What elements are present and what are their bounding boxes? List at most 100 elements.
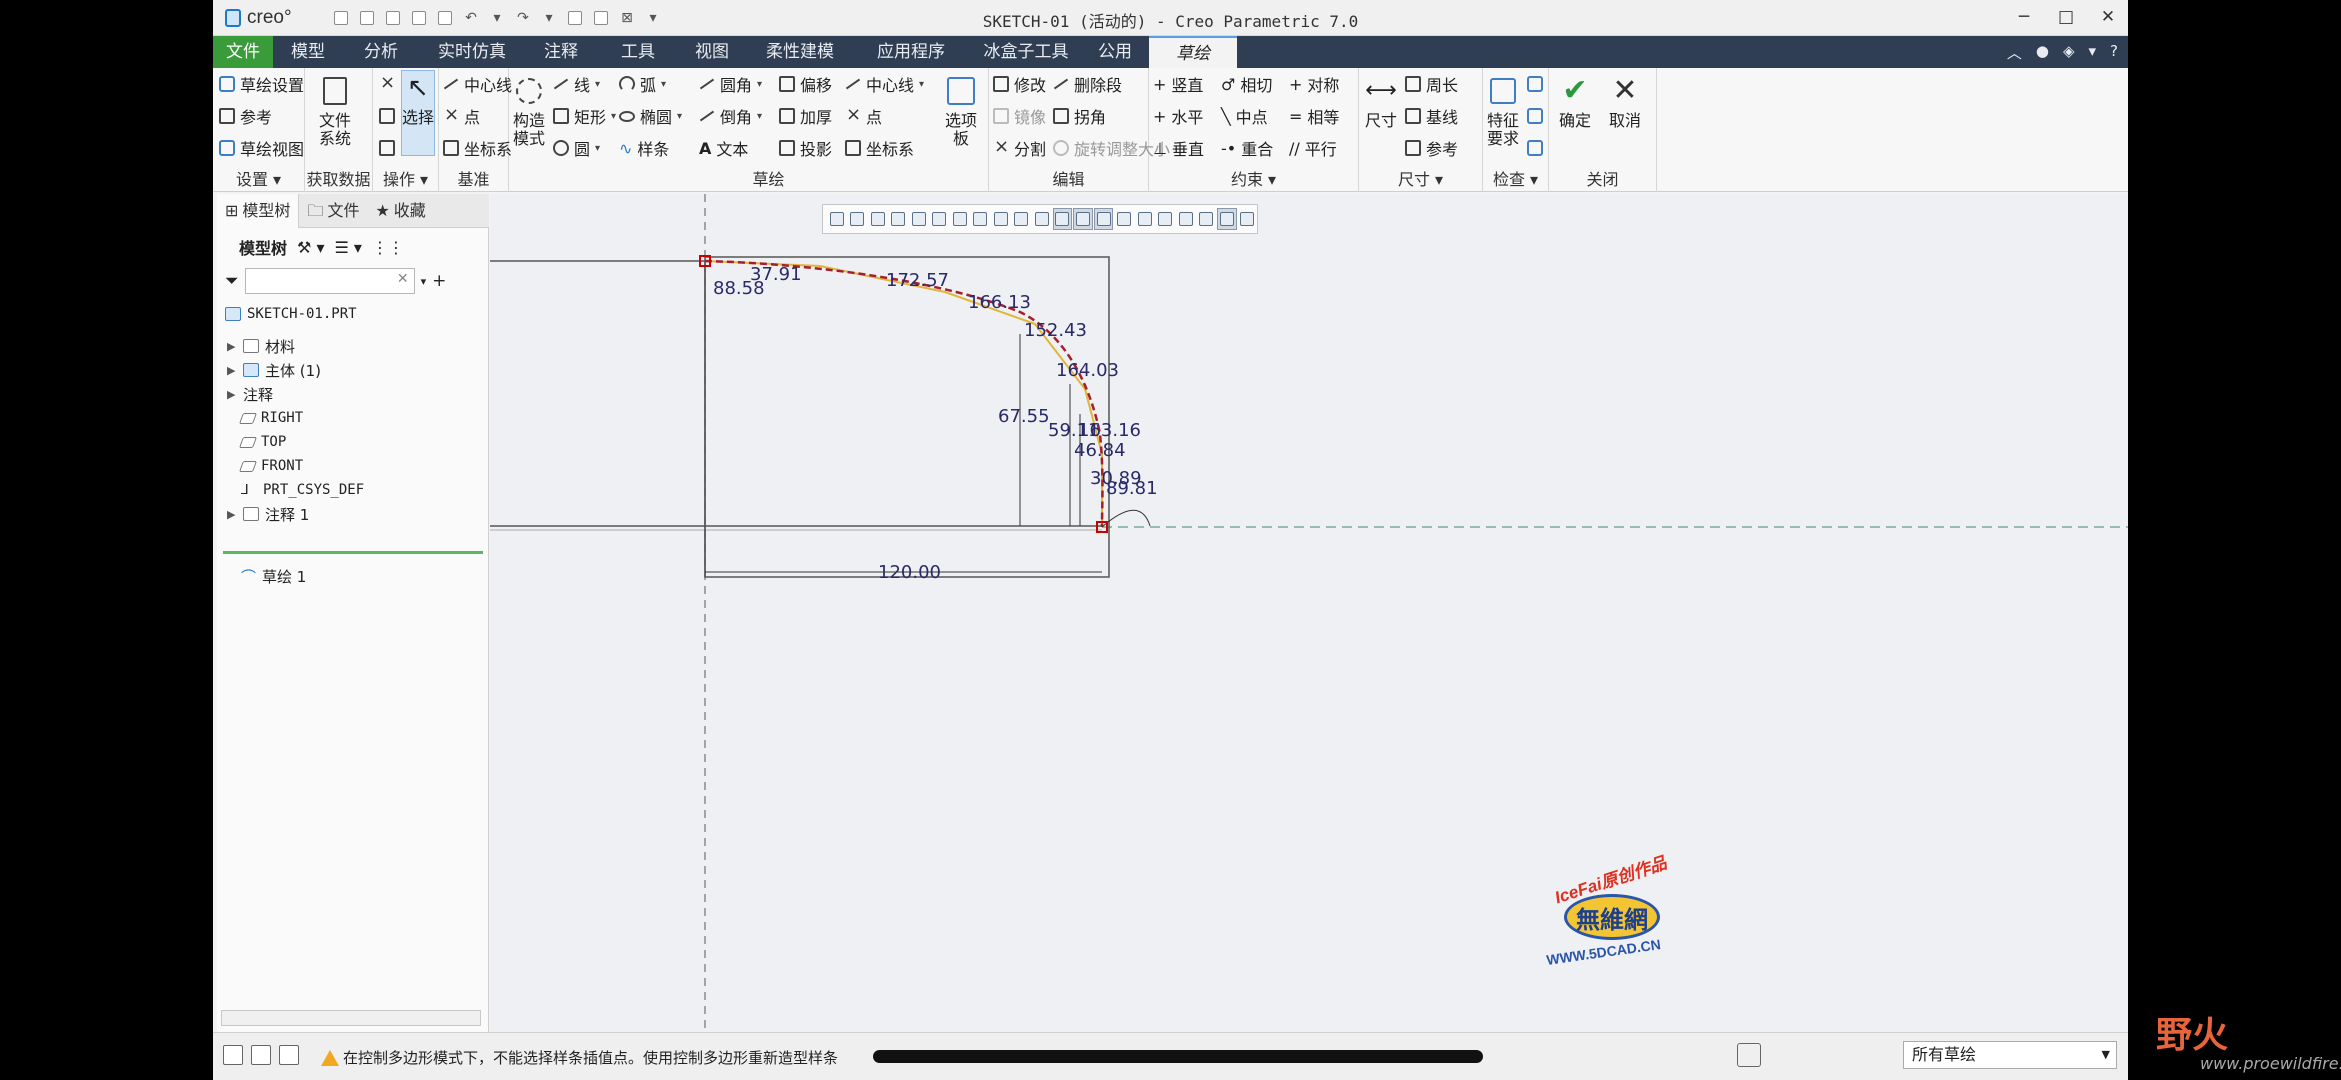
search-dropdown-icon[interactable]: ▾ <box>421 275 427 288</box>
group-label-operations[interactable]: 操作 ▾ <box>373 166 438 190</box>
lock-modified-icon[interactable] <box>1216 208 1237 230</box>
tree-horizontal-scrollbar[interactable] <box>221 1010 481 1026</box>
symmetric-constraint-button[interactable]: + 对称 <box>1289 72 1339 96</box>
parallel-constraint-button[interactable]: //平行 <box>1289 136 1337 160</box>
expand-arrow-icon[interactable]: ▶ <box>227 364 237 377</box>
add-column-icon[interactable]: + <box>432 271 446 291</box>
sketch-csys-button[interactable]: 坐标系 <box>845 136 914 160</box>
sketch-centerline-button[interactable]: 中心线 ▾ <box>845 72 924 96</box>
expand-arrow-icon[interactable]: ▶ <box>227 508 237 521</box>
horizontal-constraint-button[interactable]: + 水平 <box>1153 104 1203 128</box>
zoom-out-icon[interactable] <box>868 208 888 230</box>
dim-label[interactable]: 164.03 <box>1056 360 1119 381</box>
baseline-button[interactable]: 基线 <box>1405 104 1458 128</box>
dim-label[interactable]: 89.81 <box>1106 478 1158 499</box>
tree-filter-options-icon[interactable]: ⋮⋮ <box>372 238 404 257</box>
community-icon[interactable]: ◈ <box>2063 42 2075 63</box>
redo-icon[interactable]: ↷ <box>511 6 535 30</box>
filter-icon[interactable]: ⏷ <box>225 271 239 291</box>
feature-requirements-button[interactable]: 特征 要求 <box>1485 74 1521 148</box>
tree-item-sketch-1[interactable]: ⌒ 草绘 1 <box>241 564 306 588</box>
redo-dropdown-icon[interactable]: ▾ <box>537 6 561 30</box>
close-button[interactable]: ✕ <box>2094 4 2122 30</box>
mirror-button[interactable]: 镜像 <box>993 104 1046 128</box>
reference-dimension-button[interactable]: 参考 <box>1405 136 1458 160</box>
tab-common[interactable]: 公用 <box>1085 36 1145 68</box>
shade-closed-loop-icon[interactable] <box>1155 208 1175 230</box>
dim-label[interactable]: 46.84 <box>1074 440 1126 461</box>
perpendicular-constraint-button[interactable]: ⊥ 垂直 <box>1153 136 1204 160</box>
text-button[interactable]: A 文本 <box>699 136 748 160</box>
tab-model[interactable]: 模型 <box>273 36 343 68</box>
sketch-view-icon[interactable] <box>1135 208 1155 230</box>
graphics-canvas[interactable]: 37.91 88.58 172.57 166.13 152.43 164.03 … <box>490 194 2128 1032</box>
ok-button[interactable]: ✔ 确定 <box>1557 74 1593 130</box>
tab-folder-browser[interactable]: 🗀 文件 <box>299 194 367 228</box>
settings-dropdown-icon[interactable]: ▾ <box>2089 42 2097 63</box>
spline-button[interactable]: ∿ 样条 <box>619 136 669 160</box>
new-icon[interactable] <box>381 6 405 30</box>
tab-sketch[interactable]: 草绘 <box>1149 36 1237 68</box>
tab-model-tree[interactable]: ⊞ 模型树 <box>217 194 300 228</box>
expand-arrow-icon[interactable]: ▶ <box>227 388 237 401</box>
close-window-icon[interactable]: ⊠ <box>615 6 639 30</box>
minimize-button[interactable]: ─ <box>2010 4 2038 30</box>
tab-view[interactable]: 视图 <box>679 36 745 68</box>
tree-item-bodies[interactable]: ▶ 主体 (1) <box>227 358 321 382</box>
expand-arrow-icon[interactable]: ▶ <box>227 340 237 353</box>
tab-applications[interactable]: 应用程序 <box>855 36 967 68</box>
vertex-display-icon[interactable] <box>1114 208 1134 230</box>
tab-annotate[interactable]: 注释 <box>525 36 597 68</box>
undo-dropdown-icon[interactable]: ▾ <box>485 6 509 30</box>
regenerate-all-icon[interactable] <box>563 6 587 30</box>
shade-closed-loops-icon[interactable] <box>1527 104 1543 128</box>
datum-csys-button[interactable]: 坐标系 <box>443 136 512 160</box>
spline-curve[interactable] <box>704 259 1104 528</box>
group-label-inspect[interactable]: 检查 ▾ <box>1483 166 1548 190</box>
offset-button[interactable]: 偏移 <box>779 72 832 96</box>
perspective-icon[interactable] <box>971 208 991 230</box>
select-button[interactable]: ↖ 选择 <box>401 70 435 156</box>
cut-icon[interactable] <box>379 72 395 96</box>
perimeter-button[interactable]: 周长 <box>1405 72 1458 96</box>
sketch-setup-button[interactable]: 草绘设置 <box>219 72 304 96</box>
rectangle-button[interactable]: 矩形 ▾ <box>553 104 616 128</box>
refit-icon[interactable] <box>827 208 847 230</box>
open-ends-icon[interactable] <box>1527 136 1543 160</box>
palette-button[interactable]: 选项板 <box>943 74 979 148</box>
midpoint-constraint-button[interactable]: ╲ 中点 <box>1221 104 1268 128</box>
ellipse-button[interactable]: 椭圆 ▾ <box>619 104 682 128</box>
regenerate-icon[interactable] <box>355 6 379 30</box>
windows-icon[interactable] <box>589 6 613 30</box>
group-label-dimension[interactable]: 尺寸 ▾ <box>1359 166 1482 190</box>
disconnect-icon[interactable] <box>1238 208 1258 230</box>
open-icon[interactable] <box>407 6 431 30</box>
datum-centerline-button[interactable]: 中心线 <box>443 72 512 96</box>
tab-file[interactable]: 文件 <box>213 36 273 68</box>
circle-button[interactable]: 圆 ▾ <box>553 136 600 160</box>
equal-constraint-button[interactable]: = 相等 <box>1289 104 1339 128</box>
tab-flexible-modeling[interactable]: 柔性建模 <box>745 36 855 68</box>
thicken-button[interactable]: 加厚 <box>779 104 832 128</box>
dim-label[interactable]: 120.00 <box>878 562 941 583</box>
spin-center-icon[interactable] <box>1032 208 1052 230</box>
save-icon[interactable] <box>433 6 457 30</box>
fillet-button[interactable]: 圆角 ▾ <box>699 72 762 96</box>
tree-item-front-plane[interactable]: FRONT <box>238 454 303 478</box>
customize-qat-icon[interactable]: ▾ <box>641 6 665 30</box>
tree-item-csys[interactable]: ⅃ PRT_CSYS_DEF <box>241 478 364 502</box>
highlight-open-ends-icon[interactable] <box>1176 208 1196 230</box>
tab-icebox-tools[interactable]: 冰盒子工具 <box>967 36 1085 68</box>
tree-search-input[interactable]: ✕ <box>244 268 415 294</box>
sketch-point-button[interactable]: 点 <box>845 104 882 128</box>
tree-root-item[interactable]: SKETCH-01.PRT <box>225 302 357 326</box>
message-scrollbar[interactable] <box>873 1050 1483 1063</box>
tab-tools[interactable]: 工具 <box>597 36 679 68</box>
tree-settings-icon[interactable]: ⚒ ▾ <box>297 238 324 257</box>
group-label-constrain[interactable]: 约束 ▾ <box>1149 166 1358 190</box>
tree-item-right-plane[interactable]: RIGHT <box>238 406 303 430</box>
arc-button[interactable]: 弧 ▾ <box>619 72 666 96</box>
project-button[interactable]: 投影 <box>779 136 832 160</box>
cancel-button[interactable]: ✕ 取消 <box>1607 74 1643 130</box>
insert-here-marker[interactable] <box>223 551 483 554</box>
